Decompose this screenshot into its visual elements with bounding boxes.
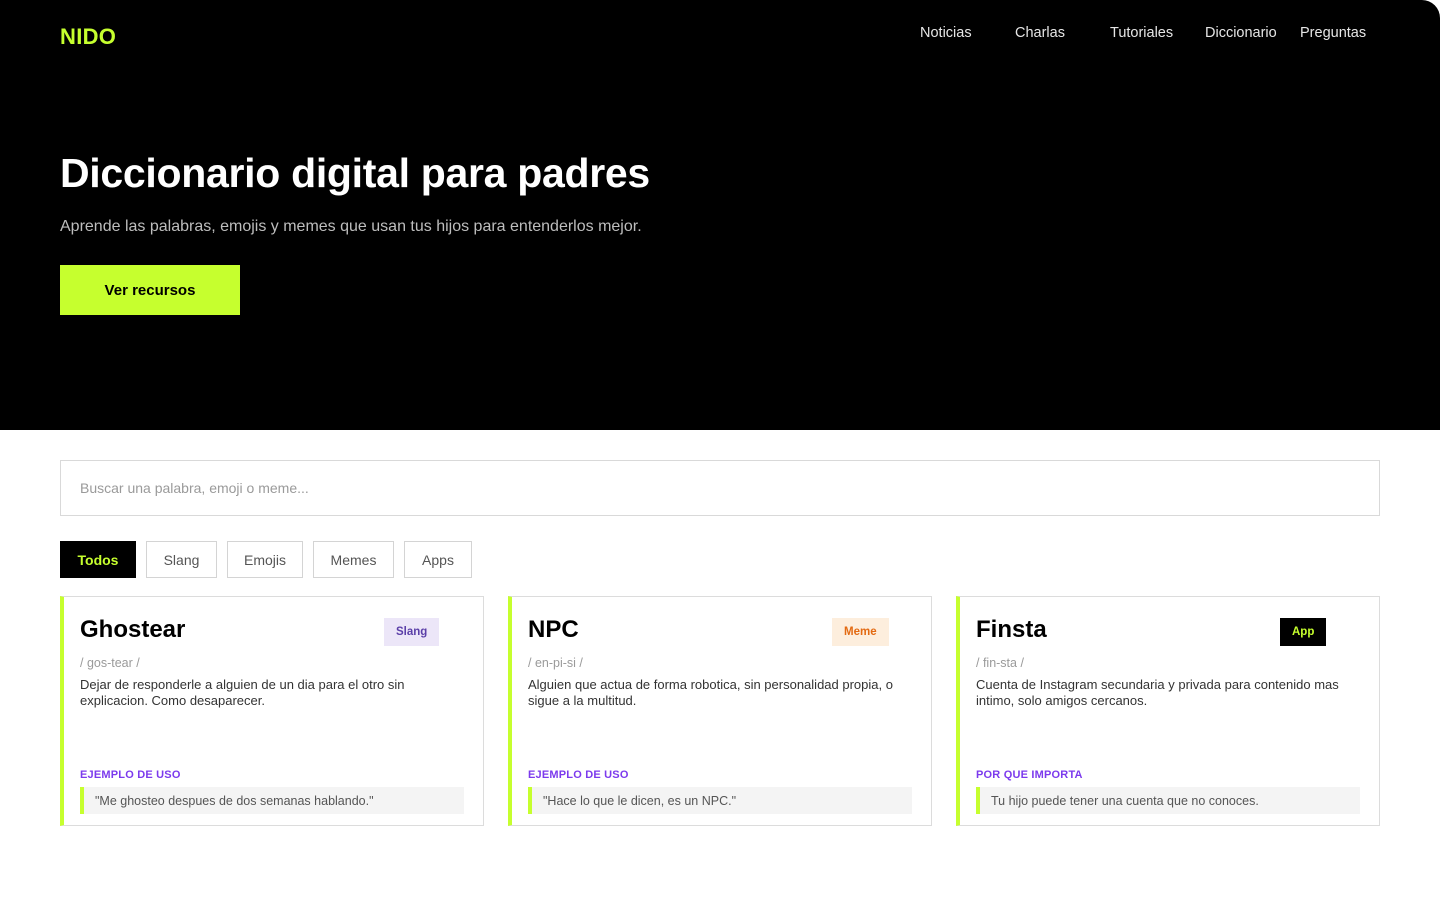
nav-item-preguntas[interactable]: Preguntas bbox=[1300, 25, 1366, 41]
term-card-finsta[interactable]: Finsta App / fin-sta / Cuenta de Instagr… bbox=[956, 596, 1380, 826]
hero-section: NIDO Noticias Charlas Tutoriales Diccion… bbox=[0, 0, 1440, 430]
nav-item-tutoriales[interactable]: Tutoriales bbox=[1110, 25, 1173, 41]
page-title: Diccionario digital para padres bbox=[60, 150, 650, 196]
term-pronunciation: / fin-sta / bbox=[976, 656, 1024, 670]
term-card-npc[interactable]: NPC Meme / en-pi-si / Alguien que actua … bbox=[508, 596, 932, 826]
nav-item-diccionario[interactable]: Diccionario bbox=[1205, 25, 1277, 41]
section-label: POR QUE IMPORTA bbox=[976, 769, 1083, 781]
example-quote: Tu hijo puede tener una cuenta que no co… bbox=[976, 787, 1360, 814]
term-pronunciation: / gos-tear / bbox=[80, 656, 140, 670]
term-definition: Alguien que actua de forma robotica, sin… bbox=[528, 677, 893, 708]
filter-memes[interactable]: Memes bbox=[313, 541, 394, 578]
ver-recursos-button[interactable]: Ver recursos bbox=[60, 265, 240, 315]
term-definition: Cuenta de Instagram secundaria y privada… bbox=[976, 677, 1339, 708]
filter-emojis[interactable]: Emojis bbox=[227, 541, 303, 578]
term-card-ghostear[interactable]: Ghostear Slang / gos-tear / Dejar de res… bbox=[60, 596, 484, 826]
term-title: Ghostear bbox=[80, 616, 186, 643]
term-title: NPC bbox=[528, 616, 579, 643]
search-input[interactable] bbox=[60, 460, 1380, 516]
filter-slang[interactable]: Slang bbox=[146, 541, 217, 578]
filter-bar: Todos Slang Emojis Memes Apps bbox=[0, 541, 1440, 578]
term-pronunciation: / en-pi-si / bbox=[528, 656, 583, 670]
main-nav: Noticias Charlas Tutoriales Diccionario … bbox=[0, 25, 1440, 45]
hero-subtitle: Aprende las palabras, emojis y memes que… bbox=[60, 218, 642, 235]
section-label: EJEMPLO DE USO bbox=[528, 769, 629, 781]
filter-todos[interactable]: Todos bbox=[60, 541, 136, 578]
nav-item-charlas[interactable]: Charlas bbox=[1015, 25, 1065, 41]
category-badge: Meme bbox=[832, 618, 889, 646]
term-definition: Dejar de responderle a alguien de un dia… bbox=[80, 677, 405, 708]
example-quote: "Hace lo que le dicen, es un NPC." bbox=[528, 787, 912, 814]
category-badge: App bbox=[1280, 618, 1327, 646]
category-badge: Slang bbox=[384, 618, 440, 646]
section-label: EJEMPLO DE USO bbox=[80, 769, 181, 781]
example-quote: "Me ghosteo despues de dos semanas habla… bbox=[80, 787, 464, 814]
term-title: Finsta bbox=[976, 616, 1047, 643]
filter-apps[interactable]: Apps bbox=[404, 541, 472, 578]
nav-item-noticias[interactable]: Noticias bbox=[920, 25, 972, 41]
